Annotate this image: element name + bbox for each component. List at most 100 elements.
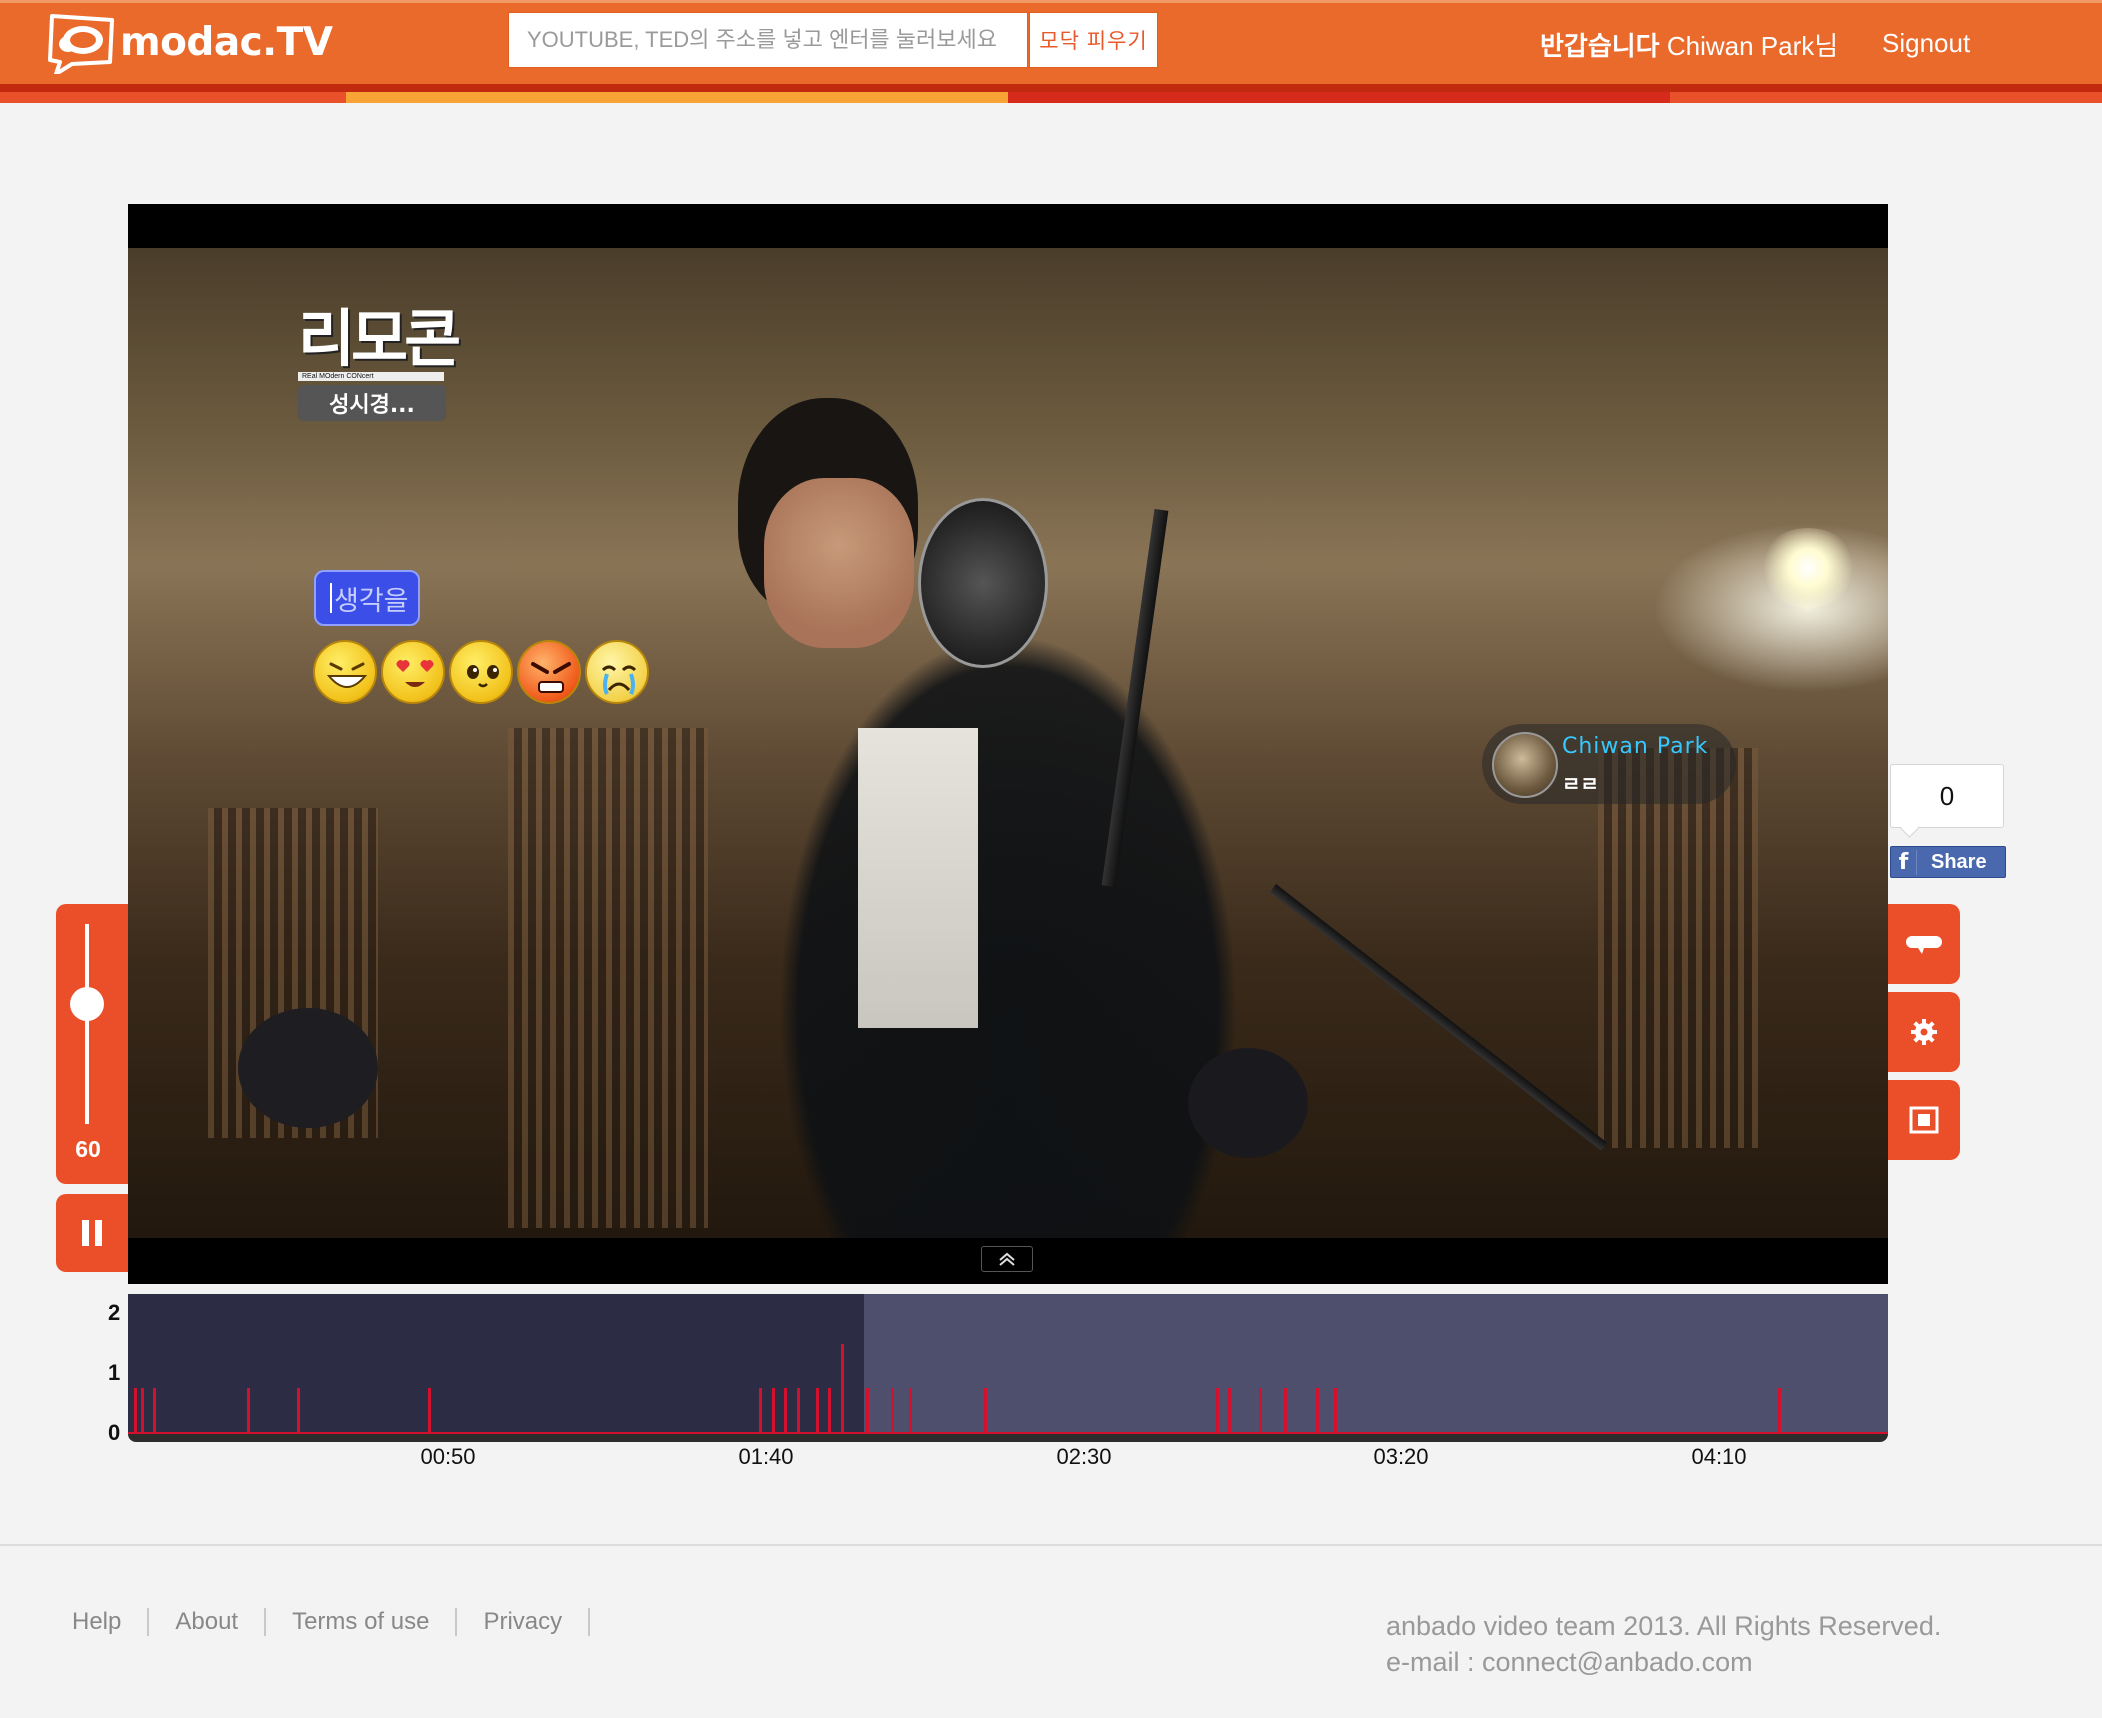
footer-link-help[interactable]: Help (72, 1608, 150, 1636)
reaction-spike (134, 1388, 138, 1432)
settings-button[interactable] (1888, 992, 1960, 1072)
double-chevron-up-icon (999, 1252, 1015, 1266)
gear-icon (1911, 1019, 1937, 1045)
pop-filter (918, 498, 1048, 668)
emotion-text-value: 생각을 (334, 585, 409, 616)
reaction-spike (1315, 1388, 1319, 1432)
video-player: 리모콘 REal MOdern CONcert 성시경... 생각을 Chiwa… (128, 204, 1888, 1284)
contact-email: e-mail : connect@anbado.com (1386, 1647, 1753, 1677)
copyright: anbado video team 2013. All Rights Reser… (1386, 1608, 1941, 1680)
video-frame[interactable]: 리모콘 REal MOdern CONcert 성시경... 생각을 Chiwa… (128, 248, 1888, 1238)
musician-right (1188, 1048, 1308, 1158)
reaction-spike (840, 1344, 844, 1432)
heart-eyes-emoji-icon[interactable] (381, 640, 445, 704)
cute-emoji-icon[interactable] (449, 640, 513, 704)
y-tick-label: 2 (108, 1300, 121, 1325)
greeting-username: Chiwan Park님 (1659, 31, 1839, 61)
time-tick-label: 02:30 (1056, 1444, 1112, 1469)
logo-speech-bubble-icon (46, 10, 118, 76)
search-box (508, 12, 1028, 68)
logo[interactable]: modac.TV (46, 10, 333, 76)
laughing-emoji-icon[interactable] (313, 640, 377, 704)
comment-toggle-button[interactable] (1888, 904, 1960, 984)
footer-link-terms[interactable]: Terms of use (266, 1608, 458, 1636)
strip-seg-2 (346, 92, 1008, 103)
reaction-spike (784, 1388, 788, 1432)
reaction-spike (246, 1388, 250, 1432)
pause-button[interactable] (56, 1194, 128, 1272)
start-modac-button[interactable]: 모닥 피우기 (1029, 12, 1158, 68)
reaction-spike (1259, 1388, 1263, 1432)
reaction-spike (759, 1388, 763, 1432)
reaction-spike (815, 1388, 819, 1432)
timeline-played-region (128, 1294, 864, 1434)
reaction-spike (796, 1388, 800, 1432)
floating-comment: Chiwan Park ㄹㄹ (1482, 724, 1736, 804)
show-logo-title: 리모콘 (298, 302, 461, 375)
volume-slider-track[interactable] (85, 924, 89, 1124)
reaction-spike (909, 1388, 913, 1432)
emotion-text-input[interactable]: 생각을 (314, 570, 420, 626)
reaction-spike (140, 1388, 144, 1432)
timeline-baseline (128, 1432, 1888, 1434)
musician-left (238, 1008, 378, 1128)
timeline-base (128, 1434, 1888, 1442)
reaction-spike (1334, 1388, 1338, 1432)
comment-username: Chiwan Park (1562, 734, 1709, 759)
time-tick-label: 03:20 (1373, 1444, 1429, 1469)
y-tick-label: 1 (108, 1360, 121, 1385)
angry-emoji-icon[interactable] (517, 640, 581, 704)
studio-wall-panel (1598, 748, 1758, 1148)
emoji-picker (313, 640, 649, 704)
expand-timeline-button[interactable] (981, 1246, 1033, 1272)
strip-seg-4 (1670, 92, 2102, 103)
greeting-bold: 반갑습니다 (1540, 31, 1660, 61)
studio-light (1758, 528, 1858, 608)
strip-red (0, 84, 2102, 92)
volume-slider-thumb[interactable] (70, 987, 104, 1021)
header-top-line (0, 0, 2102, 3)
reaction-spike (890, 1388, 894, 1432)
footer-divider (0, 1544, 2102, 1546)
comment-icon (1906, 936, 1942, 954)
facebook-share-button[interactable]: f Share (1890, 846, 2006, 878)
share-label: Share (1931, 850, 1987, 873)
reaction-timeline-chart[interactable] (128, 1294, 1888, 1442)
reaction-spike (865, 1388, 869, 1432)
y-tick-label: 0 (108, 1420, 121, 1445)
video-screen[interactable]: 리모콘 REal MOdern CONcert 성시경... 생각을 Chiwa… (128, 204, 1888, 1284)
singer-shirt (858, 728, 978, 1028)
time-tick-label: 04:10 (1691, 1444, 1747, 1469)
top-bar: modac.TV 모닥 피우기 반갑습니다 Chiwan Park님 Signo… (0, 0, 2102, 84)
show-logo: 리모콘 REal MOdern CONcert 성시경... (298, 302, 461, 421)
volume-control: 60 (56, 904, 128, 1184)
footer-link-about[interactable]: About (149, 1608, 267, 1636)
header-color-strip (0, 84, 2102, 104)
footer-link-privacy[interactable]: Privacy (457, 1608, 591, 1636)
studio-wall-panel (508, 728, 708, 1228)
reaction-spike (1284, 1388, 1288, 1432)
crying-emoji-icon[interactable] (585, 640, 649, 704)
video-url-input[interactable] (509, 13, 1027, 67)
fullscreen-button[interactable] (1888, 1080, 1960, 1160)
text-caret (330, 583, 332, 613)
pause-icon-bar (95, 1220, 102, 1246)
volume-value: 60 (75, 1136, 101, 1162)
comment-text: ㄹㄹ (1562, 772, 1599, 796)
footer-nav: Help About Terms of use Privacy (72, 1608, 591, 1636)
reaction-spike (296, 1388, 300, 1432)
show-logo-tag: 성시경... (298, 385, 446, 421)
pause-icon (82, 1220, 89, 1246)
singer-face (764, 478, 914, 648)
signout-link[interactable]: Signout (1882, 28, 1970, 59)
time-tick-label: 00:50 (420, 1444, 476, 1469)
reaction-spike (771, 1388, 775, 1432)
facebook-icon: f (1891, 849, 1917, 875)
avatar (1492, 732, 1558, 798)
greeting: 반갑습니다 Chiwan Park님 (1540, 26, 1838, 63)
reaction-spike (828, 1388, 831, 1432)
timeline-remaining-region (863, 1294, 1888, 1434)
reaction-spike (1228, 1388, 1231, 1432)
mic-boom (1269, 884, 1608, 1151)
logo-text: modac.TV (120, 19, 333, 65)
